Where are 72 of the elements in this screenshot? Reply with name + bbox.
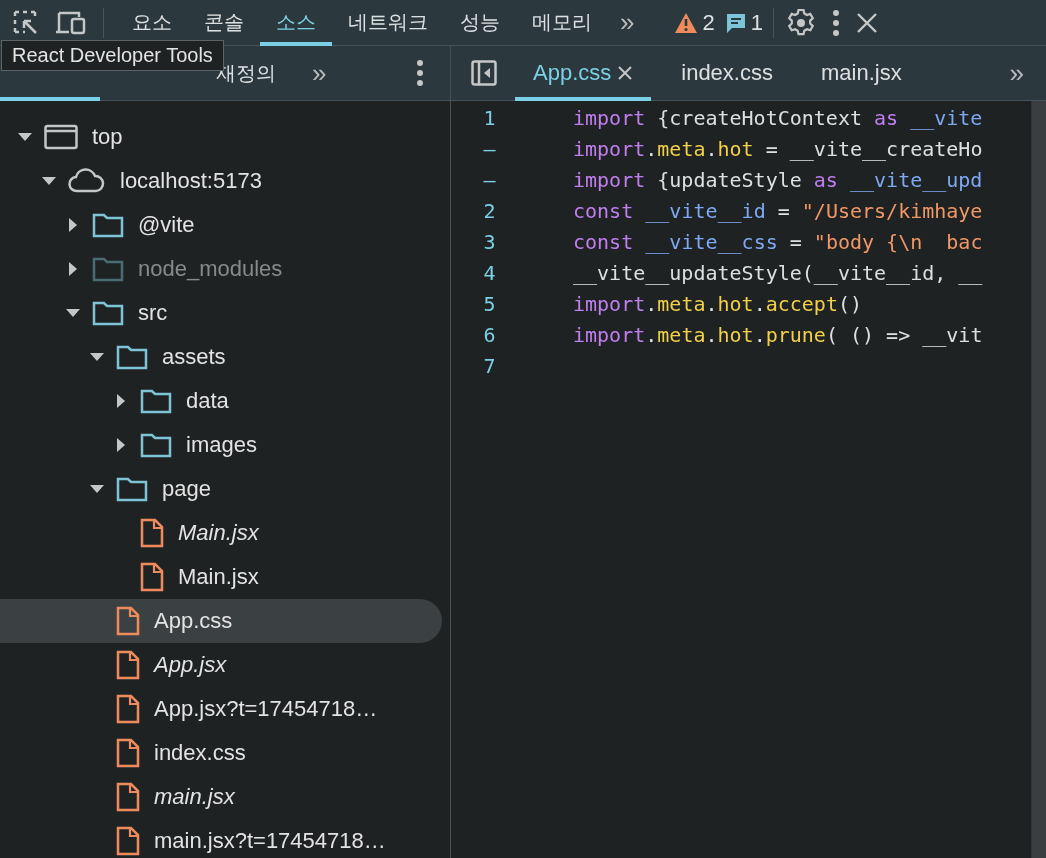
tree-item[interactable]: src <box>138 300 168 326</box>
tree-item[interactable]: main.jsx <box>0 775 442 819</box>
file-icon[interactable] <box>140 518 164 548</box>
file-tab[interactable]: main.jsx <box>803 45 920 101</box>
panel-tab[interactable]: 성능 <box>444 0 516 46</box>
tree-item[interactable]: assets <box>162 344 226 370</box>
device-icon[interactable] <box>55 10 87 35</box>
line-number: 6 <box>482 322 497 347</box>
tree-item[interactable]: @vite <box>138 212 195 238</box>
line-number: 2 <box>482 198 497 223</box>
tree-item[interactable]: Main.jsx <box>0 511 442 555</box>
file-icon[interactable] <box>116 738 140 768</box>
inspect-icon[interactable] <box>13 9 39 36</box>
folder-icon[interactable] <box>92 212 124 238</box>
settings-icon[interactable] <box>785 7 816 38</box>
scrollbar[interactable] <box>1031 101 1046 858</box>
line-number: 3 <box>482 229 497 254</box>
more-icon[interactable] <box>416 60 424 86</box>
folder-icon[interactable] <box>140 388 172 414</box>
more-icon[interactable] <box>831 9 840 36</box>
tree-item[interactable]: data <box>186 388 229 414</box>
code-line: import.meta.hot.prune( () => __vit <box>573 322 983 347</box>
line-number: – <box>482 136 497 161</box>
file-icon[interactable] <box>116 606 140 636</box>
message-icon[interactable] <box>724 11 747 34</box>
code-line: import {updateStyle as __vite__upd <box>573 167 983 192</box>
line-number: 4 <box>482 260 497 285</box>
cloud-icon[interactable] <box>68 168 106 194</box>
tree-item[interactable]: Main.jsx <box>0 555 442 599</box>
tree-item[interactable]: index.css <box>0 731 442 775</box>
file-icon[interactable] <box>116 650 140 680</box>
code-line: __vite__updateStyle(__vite__id, __ <box>573 260 983 285</box>
tree-item[interactable]: App.jsx <box>0 643 442 687</box>
folder-icon[interactable] <box>116 476 148 502</box>
line-number: 7 <box>482 353 497 378</box>
code-line: import.meta.hot = __vite__createHo <box>573 136 983 161</box>
tree-item[interactable]: App.css <box>0 599 442 643</box>
messages-button[interactable]: 1 <box>724 9 763 36</box>
more-tabs-button[interactable]: » <box>300 57 339 89</box>
folder-icon[interactable] <box>116 344 148 370</box>
file-tab[interactable]: index.css <box>663 45 791 101</box>
sidebar-toggle-icon[interactable] <box>471 60 497 86</box>
line-number: – <box>482 167 497 192</box>
warning-icon[interactable] <box>674 11 699 34</box>
line-number: 1 <box>482 105 497 130</box>
file-icon[interactable] <box>116 782 140 812</box>
tree-item[interactable]: top <box>92 124 123 150</box>
frame-icon[interactable] <box>44 124 78 150</box>
line-number: 5 <box>482 291 497 316</box>
more-tabs-button[interactable]: » <box>997 57 1036 89</box>
code-line: const __vite__css = "body {\n bac <box>573 229 983 254</box>
more-tabs-button[interactable]: » <box>608 7 647 38</box>
folder-icon[interactable] <box>92 300 124 326</box>
close-icon[interactable] <box>617 65 634 81</box>
panel-tab[interactable]: 메모리 <box>516 0 608 46</box>
code-line: import {createHotContext as __vite <box>573 105 983 130</box>
panel-tab[interactable]: 네트워크 <box>332 0 444 46</box>
warnings-button[interactable]: 2 <box>674 9 715 36</box>
file-icon[interactable] <box>116 826 140 856</box>
file-icon[interactable] <box>140 562 164 592</box>
tooltip: React Developer Tools <box>1 40 224 71</box>
tree-item[interactable]: page <box>162 476 211 502</box>
code-line: const __vite__id = "/Users/kimhaye <box>573 198 983 223</box>
file-icon[interactable] <box>116 694 140 724</box>
tree-item[interactable]: images <box>186 432 257 458</box>
code-line: import.meta.hot.accept() <box>573 291 863 316</box>
tree-item[interactable]: main.jsx?t=17454718… <box>0 819 442 858</box>
tree-item[interactable]: node_modules <box>138 256 283 282</box>
tree-item[interactable]: App.jsx?t=17454718… <box>0 687 442 731</box>
folder-icon[interactable] <box>140 432 172 458</box>
tree-item[interactable]: localhost:5173 <box>120 168 262 194</box>
close-icon[interactable] <box>855 11 878 34</box>
